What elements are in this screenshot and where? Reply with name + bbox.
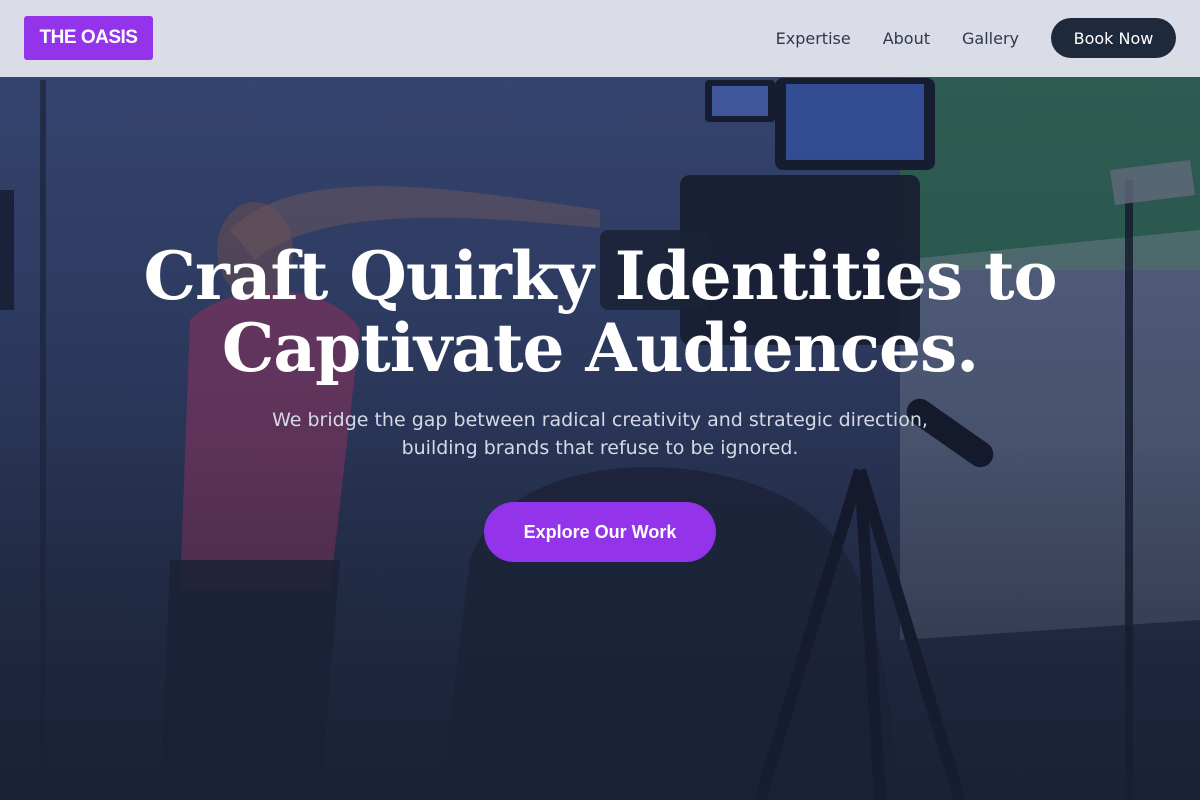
nav-link-expertise[interactable]: Expertise <box>776 29 851 48</box>
hero-overlay <box>0 0 1200 800</box>
nav-links: Expertise About Gallery Book Now <box>776 18 1176 58</box>
brand-logo[interactable]: THE OASIS <box>24 16 153 60</box>
hero-headline: Craft Quirky Identities to Captivate Aud… <box>143 237 1057 387</box>
top-navbar: THE OASIS Expertise About Gallery Book N… <box>0 0 1200 77</box>
explore-our-work-button[interactable]: Explore Our Work <box>484 502 716 562</box>
nav-link-gallery[interactable]: Gallery <box>962 29 1019 48</box>
hero-section: THE OASIS Expertise About Gallery Book N… <box>0 0 1200 800</box>
book-now-button[interactable]: Book Now <box>1051 18 1176 58</box>
hero-subtitle: We bridge the gap between radical creati… <box>272 409 928 459</box>
nav-link-about[interactable]: About <box>883 29 930 48</box>
